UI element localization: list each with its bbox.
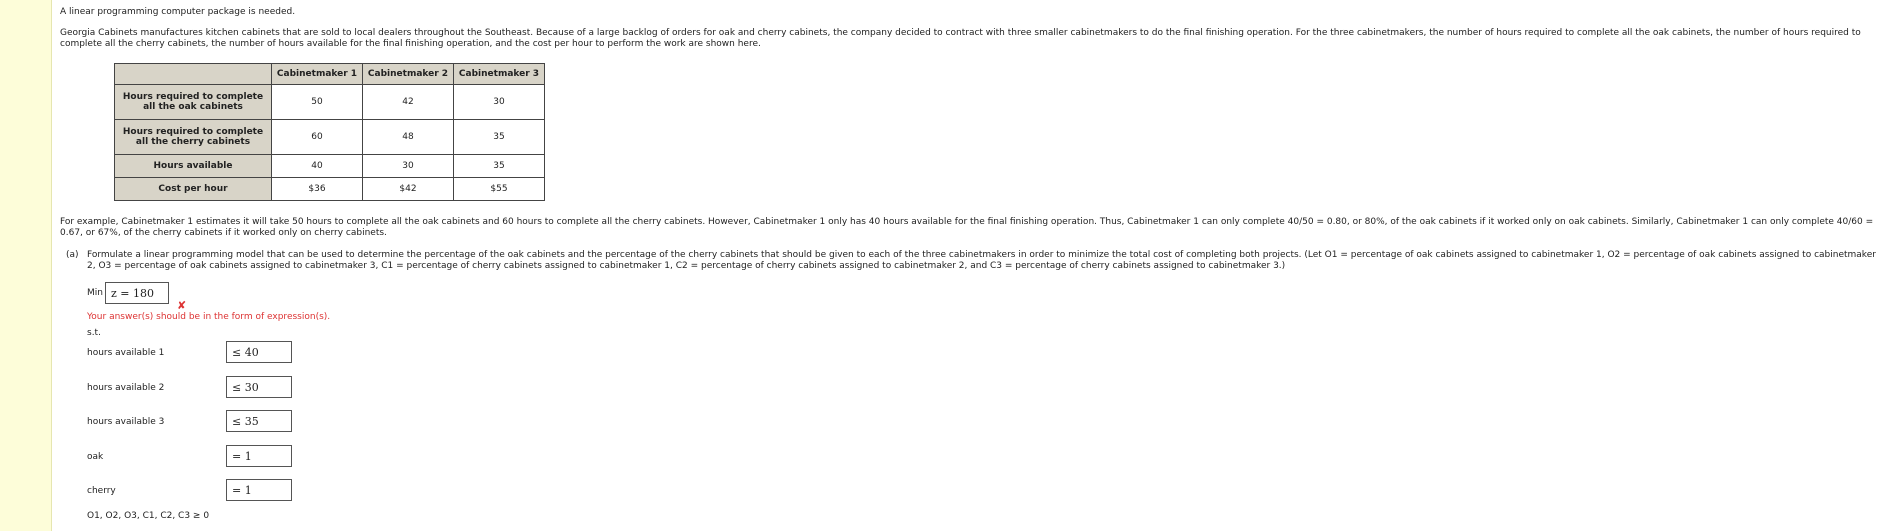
constraint-label: hours available 2 xyxy=(87,383,165,393)
row-header: Cost per hour xyxy=(114,177,272,201)
objective-input[interactable]: z = 180 xyxy=(104,282,169,304)
table-header: Cabinetmaker 3 xyxy=(453,63,545,85)
table-cell: 60 xyxy=(271,119,363,155)
table-cell: 48 xyxy=(362,119,454,155)
part-a-instructions: Formulate a linear programming model tha… xyxy=(87,250,1876,271)
table-cell: 42 xyxy=(362,84,454,120)
constraint-label: cherry xyxy=(87,486,116,496)
error-message: Your answer(s) should be in the form of … xyxy=(87,312,331,322)
constraint-input-cherry[interactable]: = 1 xyxy=(226,479,292,501)
table-cell: 35 xyxy=(453,119,545,155)
table-cell: 35 xyxy=(453,154,545,178)
subject-to-label: s.t. xyxy=(87,328,101,338)
example-text: For example, Cabinetmaker 1 estimates it… xyxy=(60,217,1874,238)
table-header: Cabinetmaker 1 xyxy=(271,63,363,85)
table-cell: 40 xyxy=(271,154,363,178)
table-cell: $55 xyxy=(453,177,545,201)
constraint-input-oak[interactable]: = 1 xyxy=(226,445,292,467)
constraint-input-hours-2[interactable]: ≤ 30 xyxy=(226,376,292,398)
min-label: Min xyxy=(87,288,103,298)
objective-row: Min z = 180 xyxy=(87,282,169,304)
row-header: Hours available xyxy=(114,154,272,178)
left-margin-bar xyxy=(0,0,52,531)
table-row: Hours required to complete all the cherr… xyxy=(114,119,545,155)
row-header: Hours required to complete all the cherr… xyxy=(114,119,272,155)
table-cell: $42 xyxy=(362,177,454,201)
table-corner xyxy=(114,63,272,85)
part-a-label: (a) xyxy=(66,250,79,260)
intro-text: A linear programming computer package is… xyxy=(60,7,296,17)
table-row: Hours available 40 30 35 xyxy=(114,154,545,178)
incorrect-icon: ✘ xyxy=(177,299,187,312)
table-cell: 50 xyxy=(271,84,363,120)
constraint-input-hours-3[interactable]: ≤ 35 xyxy=(226,410,292,432)
table-cell: 30 xyxy=(453,84,545,120)
cabinetmaker-table: Cabinetmaker 1 Cabinetmaker 2 Cabinetmak… xyxy=(114,63,545,201)
table-cell: 30 xyxy=(362,154,454,178)
problem-description: Georgia Cabinets manufactures kitchen ca… xyxy=(60,28,1861,49)
table-row: Cost per hour $36 $42 $55 xyxy=(114,177,545,201)
table-row: Hours required to complete all the oak c… xyxy=(114,84,545,120)
constraint-label: oak xyxy=(87,452,104,462)
constraint-label: hours available 3 xyxy=(87,417,165,427)
nonnegativity-constraint: O1, O2, O3, C1, C2, C3 ≥ 0 xyxy=(87,511,210,521)
constraint-label: hours available 1 xyxy=(87,348,165,358)
table-header: Cabinetmaker 2 xyxy=(362,63,454,85)
row-header: Hours required to complete all the oak c… xyxy=(114,84,272,120)
constraint-input-hours-1[interactable]: ≤ 40 xyxy=(226,341,292,363)
table-cell: $36 xyxy=(271,177,363,201)
